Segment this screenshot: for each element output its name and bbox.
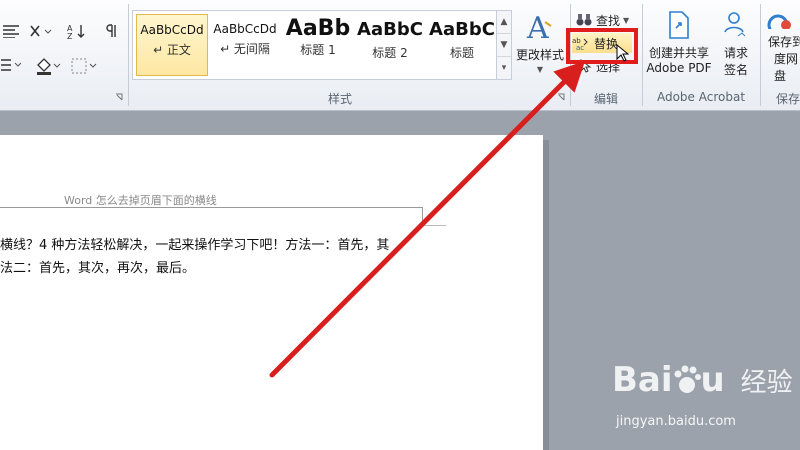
watermark-brand-right: u xyxy=(700,360,725,400)
create-share-line1: 创建并共享 xyxy=(648,46,709,60)
body-text-line[interactable]: 法二：首先，其次，再次，最后。 xyxy=(0,257,195,276)
paw-logo-icon xyxy=(674,365,701,393)
save-line2: 度网盘 xyxy=(774,52,799,83)
watermark-url: jingyan.baidu.com xyxy=(616,414,736,429)
list-button[interactable] xyxy=(0,56,22,74)
request-signature-button[interactable]: 请求 签名 xyxy=(716,10,756,84)
create-share-pdf-button[interactable]: 创建并共享 Adobe PDF xyxy=(644,10,714,84)
request-sign-line2: 签名 xyxy=(723,63,748,77)
line-spacing-button[interactable] xyxy=(2,22,20,40)
chevron-down-icon: ▼ xyxy=(623,15,630,25)
gallery-scrollbar[interactable]: ▲ ▼ ▾ xyxy=(496,11,511,79)
style-title[interactable]: AaBbC 标题 xyxy=(427,14,497,74)
cloud-save-icon xyxy=(767,14,791,29)
watermark-brand-cn: 经验 xyxy=(740,368,793,398)
pdf-share-icon xyxy=(669,11,689,39)
borders-button[interactable] xyxy=(70,56,98,76)
style-name: 标题 1 xyxy=(300,43,336,57)
scroll-up-icon[interactable]: ▲ xyxy=(497,11,511,34)
style-normal[interactable]: AaBbCcDd ↵ 正文 xyxy=(136,14,208,76)
find-label: 查找 xyxy=(596,13,621,28)
style-name: 标题 xyxy=(449,46,474,60)
find-button[interactable]: 查找 ▼ xyxy=(576,10,636,30)
ribbon: AZ AaBbCcDd ↵ 正文 AaBbCcDd ↵ 无间隔 AaBb 标题 … xyxy=(0,0,800,111)
editing-group-label: 编辑 xyxy=(593,92,618,106)
style-heading-2[interactable]: AaBbC 标题 2 xyxy=(355,14,425,74)
style-sample: AaBbC xyxy=(429,19,495,40)
sort-button[interactable]: AZ xyxy=(66,22,88,40)
signature-icon xyxy=(724,12,746,37)
sort-icon: AZ xyxy=(67,24,85,39)
page-header-text[interactable]: Word 怎么去掉页眉下面的横线 xyxy=(64,192,217,208)
style-no-spacing[interactable]: AaBbCcDd ↵ 无间隔 xyxy=(210,14,280,74)
border-icon xyxy=(71,58,97,74)
style-sample: AaBbC xyxy=(357,19,423,40)
list-icon xyxy=(1,59,21,71)
dialog-launcher-icon xyxy=(116,93,123,101)
body-text-line[interactable]: 横线？4 种方法轻松解决，一起来操作学习下吧！方法一：首先，其 xyxy=(0,234,389,253)
create-share-line2: Adobe PDF xyxy=(646,61,712,75)
margin-mark xyxy=(422,225,446,226)
svg-text:Z: Z xyxy=(67,32,73,39)
style-sample: AaBb xyxy=(285,16,351,41)
style-name: ↵ 正文 xyxy=(153,43,191,57)
dialog-launcher-icon xyxy=(558,93,565,101)
save-group-label: 保存 xyxy=(776,92,800,106)
binoculars-icon xyxy=(576,14,592,26)
acrobat-group-label: Adobe Acrobat xyxy=(656,90,746,104)
header-rule xyxy=(0,207,422,208)
scroll-down-icon[interactable]: ▼ xyxy=(497,34,511,57)
paint-bucket-icon xyxy=(37,58,61,75)
chevron-down-icon: ▼ xyxy=(536,65,544,74)
paragraph-dialog-launcher[interactable] xyxy=(114,92,124,102)
change-styles-button[interactable]: A 更改样式 ▼ xyxy=(512,8,568,84)
styles-dialog-launcher[interactable] xyxy=(556,92,566,102)
style-name: ↵ 无间隔 xyxy=(220,42,270,56)
svg-text:A: A xyxy=(526,11,549,42)
baidu-watermark: Bai u 经验 jingyan.baidu.com xyxy=(612,360,800,450)
separator xyxy=(760,4,761,106)
save-line1: 保存到 xyxy=(768,35,800,49)
save-to-netdisk-button[interactable]: 保存到 度网盘 xyxy=(764,10,800,84)
watermark-brand-left: Bai xyxy=(612,360,673,400)
align-icon xyxy=(3,25,19,38)
style-sample: AaBbCcDd xyxy=(140,23,204,37)
margin-mark xyxy=(422,207,423,225)
separator xyxy=(642,4,643,106)
change-styles-label: 更改样式 xyxy=(515,48,564,62)
change-styles-icon: A xyxy=(526,11,552,42)
paragraph-mark-icon xyxy=(106,24,116,37)
style-sample: AaBbCcDd xyxy=(213,22,277,36)
page-shadow xyxy=(543,140,549,450)
request-sign-line1: 请求 xyxy=(723,46,748,60)
gallery-more-icon[interactable]: ▾ xyxy=(497,57,511,79)
styles-gallery: AaBbCcDd ↵ 正文 AaBbCcDd ↵ 无间隔 AaBb 标题 1 A… xyxy=(132,10,512,80)
document-page[interactable]: Word 怎么去掉页眉下面的横线 横线？4 种方法轻松解决，一起来操作学习下吧！… xyxy=(0,135,543,450)
separator xyxy=(128,4,129,106)
styles-group-label: 样式 xyxy=(327,92,352,106)
chinese-layout-icon xyxy=(30,25,52,37)
chinese-layout-button[interactable] xyxy=(28,22,54,40)
style-heading-1[interactable]: AaBb 标题 1 xyxy=(283,14,353,74)
shading-button[interactable] xyxy=(34,56,62,76)
mouse-pointer-icon xyxy=(616,44,630,62)
style-name: 标题 2 xyxy=(372,46,408,60)
show-marks-button[interactable] xyxy=(102,22,120,40)
